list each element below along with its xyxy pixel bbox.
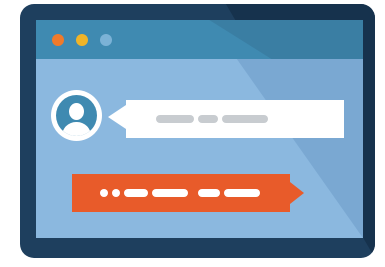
user-avatar-icon [51, 90, 102, 141]
message-placeholder-line [198, 115, 218, 123]
reply-placeholder-line [152, 189, 188, 197]
reply-placeholder-line [198, 189, 220, 197]
reply-placeholder-dot [100, 189, 108, 197]
avatar-background [56, 95, 97, 136]
avatar-body [62, 122, 91, 136]
app-window [36, 20, 363, 238]
message-placeholder-line [222, 115, 268, 123]
message-placeholder-line [156, 115, 194, 123]
window-titlebar [36, 20, 363, 59]
incoming-message-bubble [126, 100, 344, 138]
illustration [0, 0, 385, 267]
maximize-window-button[interactable] [100, 34, 112, 46]
incoming-message-tail [108, 105, 126, 129]
device-frame [20, 4, 375, 258]
outgoing-message-bubble [72, 174, 290, 212]
reply-placeholder-dot [112, 189, 120, 197]
reply-placeholder-line [124, 189, 148, 197]
reply-placeholder-line [224, 189, 260, 197]
minimize-window-button[interactable] [76, 34, 88, 46]
outgoing-message-tail [290, 182, 304, 204]
close-window-button[interactable] [52, 34, 64, 46]
avatar-head [69, 103, 84, 120]
